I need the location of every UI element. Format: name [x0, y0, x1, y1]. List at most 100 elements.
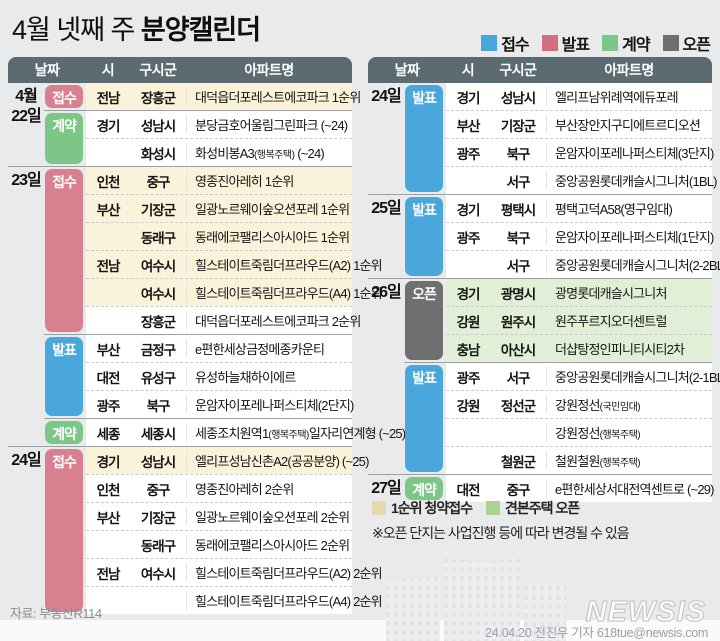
legend-item: 오픈	[663, 31, 710, 55]
apartment-name-cell: 일광노르웨이숲오션포레 1순위	[186, 199, 352, 218]
apartment-name-cell: 영종진아레히 2순위	[186, 479, 352, 498]
badge-cell: 접수	[44, 447, 86, 614]
apartment-name-part: 원주푸르지오더센트럴	[555, 314, 667, 329]
badge-cell: 계약	[44, 419, 86, 446]
listing-rows: 인천중구영종진아레히 1순위부산기장군일광노르웨이숲오션포레 1순위동래구동래에…	[86, 167, 352, 334]
apartment-name-cell: 일광노르웨이숲오션포레 2순위	[186, 507, 352, 526]
gu-cell: 아산시	[490, 339, 546, 359]
table-header: 날짜시구시군아파트명	[368, 57, 712, 83]
gu-cell: 북구	[130, 395, 186, 415]
gu-cell: 평택시	[490, 199, 546, 219]
column-header-date: 날짜	[8, 60, 86, 80]
apartment-name-part: 힐스테이트죽림더프라우드(A2) 1순위	[195, 258, 382, 273]
date-line: 25일	[368, 199, 404, 219]
action-groups: 발표경기평택시평택고덕A58(영구임대)광주북구운암자이포레나퍼스티체(1단지)…	[404, 195, 712, 278]
apartment-name-part: 일광노르웨이숲오션포레 2순위	[195, 510, 349, 525]
apartment-name-cell: 중앙공원롯데캐슬시그니처(2-2BL)	[546, 255, 712, 274]
listing-row: 서구중앙공원롯데캐슬시그니처(1BL)	[446, 166, 712, 194]
si-cell: 경기	[446, 283, 490, 303]
date-line: 26일	[368, 283, 404, 303]
listing-row: 장흥군대덕읍더포레스트에코파크 2순위	[86, 306, 352, 334]
gu-cell: 중구	[130, 171, 186, 191]
badge-cell: 접수	[44, 83, 86, 110]
date-label: 24일	[8, 447, 44, 614]
status-badge: 접수	[45, 169, 83, 332]
apartment-name-part: 엘리프성남신촌A2(공공분양) (~25)	[195, 454, 369, 469]
action-groups: 접수인천중구영종진아레히 1순위부산기장군일광노르웨이숲오션포레 1순위동래구동…	[44, 167, 352, 446]
listing-row: 광주북구운암자이포레나퍼스티체(2단지)	[86, 390, 352, 418]
status-badge: 계약	[45, 421, 83, 444]
apartment-name-part: 분당금호어울림그린파크 (~24)	[195, 118, 347, 133]
page-title-main: 분양캘린더	[141, 15, 260, 45]
badge-cell: 발표	[404, 83, 446, 194]
byline-credit: 24.04.20 전진우 기자 618tue@newsis.com	[485, 622, 708, 641]
apartment-name-part: 영종진아레히 1순위	[195, 174, 294, 189]
legend-label: 발표	[562, 31, 589, 55]
listing-row: 전남장흥군대덕읍더포레스트에코파크 1순위	[86, 83, 352, 110]
table-body: 4월22일접수전남장흥군대덕읍더포레스트에코파크 1순위계약경기성남시분당금호어…	[8, 83, 352, 614]
listing-rows: 세종세종시세종조치원역1(행복주택)일자리연계형 (~25)	[86, 419, 352, 446]
listing-rows: 부산금정구e편한세상금정메종카운티대전유성구유성하늘채하이에르광주북구운암자이포…	[86, 335, 352, 418]
apartment-name-part: 화성비봉A3	[195, 146, 254, 161]
apartment-name-cell: 평택고덕A58(영구임대)	[546, 199, 712, 218]
date-line: 24일	[368, 87, 404, 107]
listing-row: 서구중앙공원롯데캐슬시그니처(2-2BL)	[446, 250, 712, 278]
si-cell: 부산	[86, 339, 130, 359]
sale-calendar-table-left: 날짜시구시군아파트명4월22일접수전남장흥군대덕읍더포레스트에코파크 1순위계약…	[8, 57, 352, 614]
date-line: 23일	[8, 171, 44, 191]
listing-row: 부산기장군일광노르웨이숲오션포레 1순위	[86, 194, 352, 222]
gu-cell: 성남시	[490, 87, 546, 107]
badge-cell: 발표	[404, 363, 446, 474]
si-cell: 전남	[86, 87, 130, 107]
gu-cell: 여수시	[130, 283, 186, 303]
apartment-name-cell: 중앙공원롯데캐슬시그니처(1BL)	[546, 171, 712, 190]
badge-cell: 발표	[44, 335, 86, 418]
apartment-name-part: 부산장안지구디에트르디오션	[555, 118, 700, 133]
date-section: 26일오픈경기광명시광명롯데캐슬시그니처강원원주시원주푸르지오더센트럴충남아산시…	[368, 278, 712, 474]
gu-cell: 장흥군	[130, 87, 186, 107]
listing-row: 전남여수시힐스테이트죽림더프라우드(A2) 1순위	[86, 250, 352, 278]
si-cell: 강원	[446, 311, 490, 331]
listing-rows: 광주서구중앙공원롯데캐슬시그니처(2-1BL)강원정선군강원정선(국민임대)강원…	[446, 363, 712, 474]
apartment-name-part: 유성하늘채하이에르	[195, 370, 295, 385]
status-badge: 접수	[45, 85, 83, 108]
gu-cell: 성남시	[130, 451, 186, 471]
apartment-name-cell: 대덕읍더포레스트에코파크 2순위	[186, 311, 352, 330]
apartment-name-part: 강원정선	[555, 426, 600, 441]
gu-cell: 철원군	[490, 451, 546, 471]
legend-swatch-오픈	[663, 35, 679, 51]
legend-label: 계약	[622, 31, 649, 55]
listing-row: 부산기장군일광노르웨이숲오션포레 2순위	[86, 502, 352, 530]
apartment-name-part: 철원철원	[555, 454, 600, 469]
apartment-name-cell: 원주푸르지오더센트럴	[546, 311, 712, 330]
si-cell: 세종	[86, 423, 130, 443]
column-header-date: 날짜	[368, 60, 446, 80]
action-group: 발표광주서구중앙공원롯데캐슬시그니처(2-1BL)강원정선군강원정선(국민임대)…	[404, 362, 712, 474]
legend-label: 접수	[501, 31, 528, 55]
table-body: 24일발표경기성남시엘리프남위례역에듀포레부산기장군부산장안지구디에트르디오션광…	[368, 83, 712, 502]
gu-cell: 기장군	[130, 507, 186, 527]
date-label: 24일	[368, 83, 404, 194]
si-cell: 대전	[446, 479, 490, 499]
apartment-name-small-part: (국민임대)	[600, 402, 640, 413]
apartment-name-part: 동래에코팰리스아시아드 1순위	[195, 230, 349, 245]
date-label: 4월22일	[8, 83, 44, 166]
listing-row: 경기성남시엘리프성남신촌A2(공공분양) (~25)	[86, 447, 352, 474]
listing-row: 경기평택시평택고덕A58(영구임대)	[446, 195, 712, 222]
si-cell: 부산	[446, 115, 490, 135]
listing-row: 철원군철원철원(행복주택)	[446, 446, 712, 474]
legend-swatch-계약	[602, 35, 618, 51]
legend-swatch-발표	[542, 35, 558, 51]
apartment-name-part: e편한세상금정메종카운티	[195, 342, 324, 357]
apartment-name-cell: 화성비봉A3(행복주택) (~24)	[186, 143, 352, 162]
gu-cell: 서구	[490, 367, 546, 387]
legend-label: 오픈	[683, 31, 710, 55]
apartment-name-cell: 힐스테이트죽림더프라우드(A2) 1순위	[186, 255, 352, 274]
action-group: 계약경기성남시분당금호어울림그린파크 (~24)화성시화성비봉A3(행복주택) …	[44, 110, 352, 166]
si-cell: 대전	[86, 367, 130, 387]
status-badge: 발표	[405, 365, 443, 472]
gu-cell: 세종시	[130, 423, 186, 443]
apartment-name-cell: 운암자이포레나퍼스티체(1단지)	[546, 227, 712, 246]
apartment-name-part: 운암자이포레나퍼스티체(1단지)	[555, 230, 714, 245]
listing-row: 광주북구운암자이포레나퍼스티체(1단지)	[446, 222, 712, 250]
